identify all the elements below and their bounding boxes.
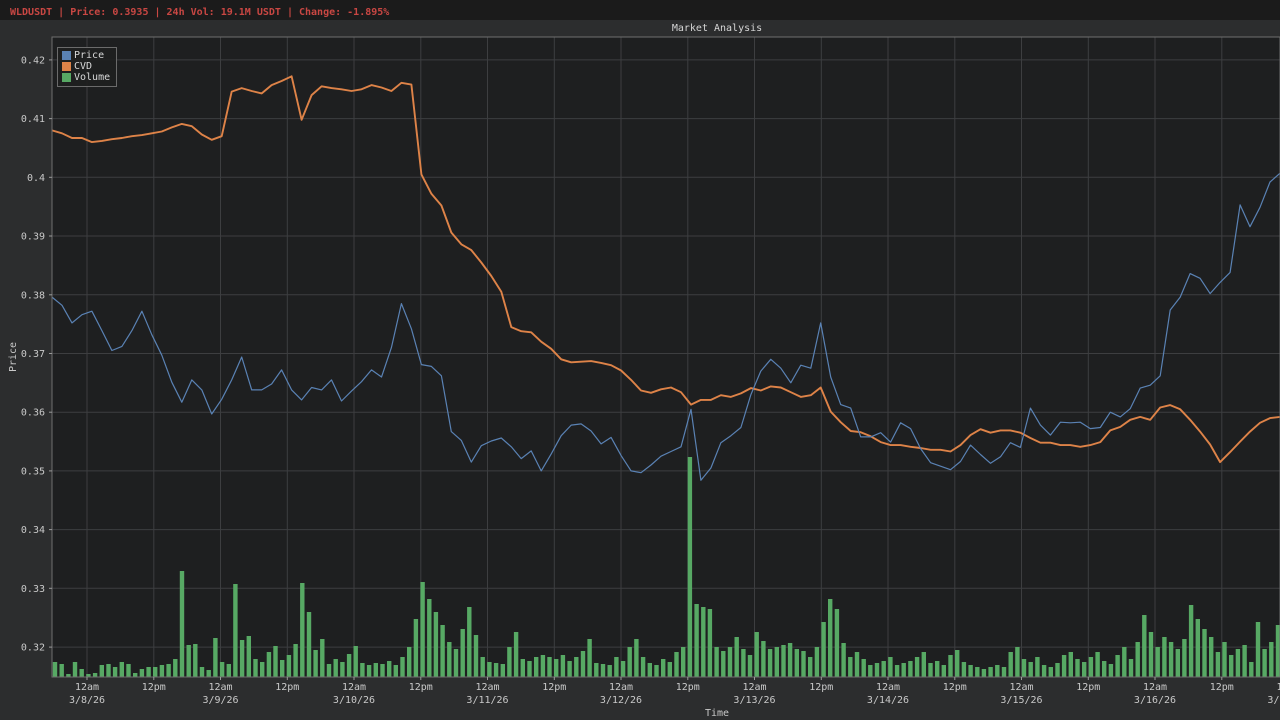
svg-text:0.41: 0.41: [21, 114, 45, 125]
svg-text:3/17/26: 3/17/26: [1267, 695, 1280, 706]
svg-text:12am: 12am: [609, 682, 633, 693]
legend-swatch-volume: [62, 73, 71, 82]
svg-text:12pm: 12pm: [1076, 682, 1100, 693]
legend-swatch-cvd: [62, 62, 71, 71]
svg-text:3/16/26: 3/16/26: [1134, 695, 1176, 706]
svg-text:12pm: 12pm: [809, 682, 833, 693]
svg-text:12am: 12am: [1009, 682, 1033, 693]
svg-text:0.32: 0.32: [21, 643, 45, 654]
svg-text:0.4: 0.4: [27, 173, 45, 184]
chart-legend: Price CVD Volume: [57, 47, 118, 87]
svg-text:12am: 12am: [475, 682, 499, 693]
x-axis-label: Time: [705, 708, 729, 719]
chart-title: Market Analysis: [671, 23, 763, 34]
legend-swatch-price: [62, 51, 71, 60]
svg-text:12am: 12am: [742, 682, 766, 693]
svg-text:12am: 12am: [75, 682, 99, 693]
y-axis-label: Price: [8, 342, 19, 372]
svg-text:3/9/26: 3/9/26: [202, 695, 238, 706]
svg-text:0.39: 0.39: [21, 232, 45, 243]
svg-text:0.42: 0.42: [21, 55, 45, 66]
svg-text:3/10/26: 3/10/26: [333, 695, 375, 706]
legend-item-volume: Volume: [62, 72, 110, 83]
svg-text:12am: 12am: [342, 682, 366, 693]
svg-text:12am: 12am: [208, 682, 232, 693]
legend-item-cvd: CVD: [62, 61, 110, 72]
svg-text:3/13/26: 3/13/26: [733, 695, 775, 706]
legend-item-price: Price: [62, 50, 110, 61]
svg-text:12pm: 12pm: [943, 682, 967, 693]
svg-text:12am: 12am: [876, 682, 900, 693]
svg-text:3/15/26: 3/15/26: [1000, 695, 1042, 706]
chart-canvas: 0.32 0.33 0.34 0.35 0.36 0.37 0.38 0.39 0.4 0.41 0…: [8, 36, 1280, 719]
legend-label: Price: [74, 50, 105, 61]
x-tick-labels: 12am 3/8/26 12pm 12am 3/9/26 12pm 12am 3/10/26 1…: [69, 682, 1280, 706]
svg-text:3/12/26: 3/12/26: [600, 695, 642, 706]
svg-text:12am: 12am: [1276, 682, 1280, 693]
svg-text:0.38: 0.38: [21, 290, 45, 301]
svg-text:0.34: 0.34: [21, 525, 45, 536]
svg-text:0.37: 0.37: [21, 349, 45, 360]
svg-text:3/14/26: 3/14/26: [867, 695, 909, 706]
legend-label: Volume: [74, 72, 111, 83]
svg-text:12pm: 12pm: [1210, 682, 1234, 693]
svg-text:12pm: 12pm: [542, 682, 566, 693]
market-analysis-window: WLDUSDT | Price: 0.3935 | 24h Vol: 19.1M…: [0, 0, 1280, 720]
svg-text:12pm: 12pm: [409, 682, 433, 693]
svg-text:3/11/26: 3/11/26: [466, 695, 508, 706]
svg-text:0.33: 0.33: [21, 584, 45, 595]
svg-text:12pm: 12pm: [275, 682, 299, 693]
svg-text:12pm: 12pm: [142, 682, 166, 693]
plot-area: [52, 37, 1280, 677]
y-tick-labels: 0.32 0.33 0.34 0.35 0.36 0.37 0.38 0.39 0.4 0.41 0…: [21, 55, 45, 653]
svg-text:0.36: 0.36: [21, 408, 45, 419]
legend-label: CVD: [74, 61, 93, 72]
svg-text:0.35: 0.35: [21, 466, 45, 477]
svg-text:12pm: 12pm: [676, 682, 700, 693]
svg-text:3/8/26: 3/8/26: [69, 695, 105, 706]
svg-text:12am: 12am: [1143, 682, 1167, 693]
